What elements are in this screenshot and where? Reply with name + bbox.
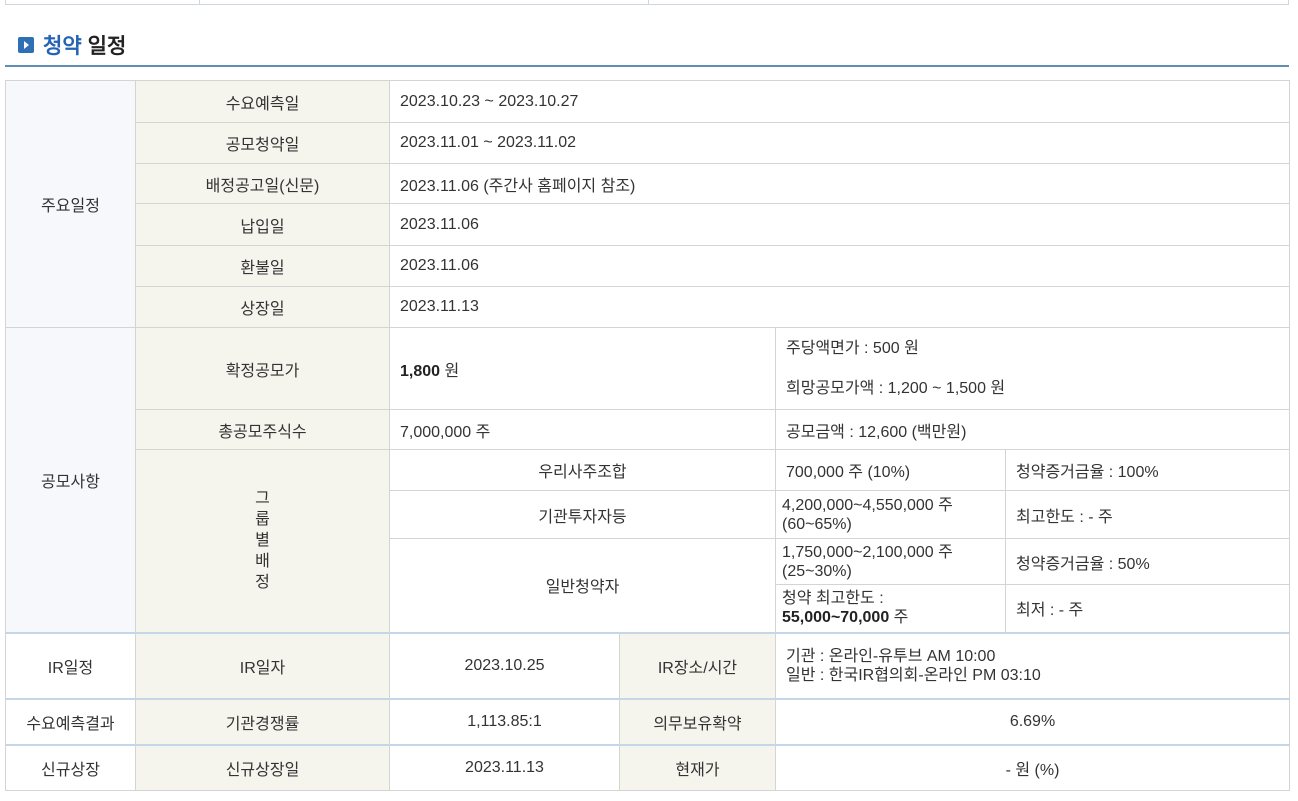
offer-amount: 공모금액 : 12,600 (백만원) <box>774 409 1291 450</box>
group-label-char: 정 <box>255 574 270 592</box>
section-title-rest: 일정 <box>87 35 127 58</box>
row-value: 2023.11.01 ~ 2023.11.02 <box>388 122 1291 164</box>
ir-place-label: IR장소/시간 <box>619 631 776 699</box>
group-label-char: 배 <box>255 553 270 571</box>
group-name: 우리사주조합 <box>389 449 776 491</box>
divider <box>199 0 200 4</box>
shares-label: 총공모주식수 <box>135 409 390 450</box>
group-allocation-label: 그 룹 별 배 정 <box>135 449 390 633</box>
group-shares: 700,000 주 (10%) <box>775 449 1006 491</box>
group-label-char: 별 <box>255 532 270 550</box>
ir-date-value: 2023.10.25 <box>389 631 620 699</box>
price-unit: 원 <box>440 362 460 380</box>
row-value: 2023.11.06 (주간사 홈페이지 참조) <box>388 163 1291 204</box>
group-shares-cell: 4,200,000~4,550,000 주 (60~65%) <box>775 490 1006 539</box>
divider <box>648 0 649 4</box>
ir-place-cell: 기관 : 온라인-유투브 AM 10:00 일반 : 한국IR협의회-온라인 P… <box>774 631 1291 699</box>
competition-value: 1,113.85:1 <box>389 697 620 745</box>
category-listing: 신규상장 <box>5 743 136 791</box>
row-label: 공모청약일 <box>135 122 390 164</box>
table-row: 환불일 2023.11.06 <box>6 245 1291 287</box>
table-row: 공모청약일 2023.11.01 ~ 2023.11.02 <box>6 122 1291 164</box>
lockup-label: 의무보유확약 <box>619 697 776 745</box>
table-row: IR일정 IR일자 2023.10.25 IR장소/시간 기관 : 온라인-유투… <box>5 631 1291 699</box>
category-offering: 공모사항 <box>5 327 136 633</box>
group-label-char: 룹 <box>255 511 270 529</box>
price-value: 1,800 <box>400 362 441 380</box>
group-name: 기관투자자등 <box>389 490 776 539</box>
subscription-schedule-table: 주요일정 수요예측일 2023.10.23 ~ 2023.10.27 공모청약일… <box>5 80 1291 791</box>
limit-label: 청약 최고한도 : <box>782 590 884 608</box>
limit-value: 55,000~70,000 <box>782 609 890 627</box>
ir-place-line2: 일반 : 한국IR협의회-온라인 PM 03:10 <box>786 666 1041 684</box>
current-price-label: 현재가 <box>619 743 776 791</box>
table-row: 그 룹 별 배 정 우리사주조합 700,000 주 (10%) 청약증거금율 … <box>6 449 1291 633</box>
row-value: 2023.11.13 <box>388 286 1291 328</box>
row-value: 2023.10.23 ~ 2023.10.27 <box>388 80 1291 123</box>
listing-date-value: 2023.11.13 <box>389 743 620 791</box>
category-schedule: 주요일정 <box>5 80 136 328</box>
table-row: 배정공고일(신문) 2023.11.06 (주간사 홈페이지 참조) <box>6 163 1291 204</box>
arrow-bullet-icon <box>18 37 34 53</box>
group-shares-pct: (60~65%) <box>782 515 852 533</box>
ir-date-label: IR일자 <box>135 631 390 699</box>
group-note: 청약증거금율 : 50% <box>1004 538 1291 585</box>
min-note: 최저 : - 주 <box>1004 584 1291 633</box>
row-label: 상장일 <box>135 286 390 328</box>
current-price-value: - 원 (%) <box>774 743 1291 791</box>
row-value: 2023.11.06 <box>388 245 1291 287</box>
table-row: 상장일 2023.11.13 <box>6 286 1291 328</box>
group-shares-pct: (25~30%) <box>782 562 852 580</box>
subscription-limit-cell: 청약 최고한도 : 55,000~70,000 주 <box>775 584 1006 633</box>
group-note: 청약증거금율 : 100% <box>1004 449 1291 491</box>
row-label: 납입일 <box>135 203 390 246</box>
table-row: 수요예측결과 기관경쟁률 1,113.85:1 의무보유확약 6.69% <box>5 697 1291 745</box>
row-label: 환불일 <box>135 245 390 287</box>
table-row: 공모사항 확정공모가 1,800 원 주당액면가 : 500 원 희망공모가액 … <box>5 327 1291 633</box>
price-label: 확정공모가 <box>135 327 390 410</box>
row-label: 배정공고일(신문) <box>135 163 390 204</box>
category-demand: 수요예측결과 <box>5 697 136 745</box>
shares-value: 7,000,000 주 <box>389 409 776 450</box>
title-underline <box>5 65 1289 67</box>
price-value-cell: 1,800 원 <box>389 327 776 410</box>
group-shares: 1,750,000~2,100,000 주 <box>782 543 953 561</box>
section-title: 청약 일정 <box>18 30 126 60</box>
group-label-char: 그 <box>255 490 270 508</box>
category-ir: IR일정 <box>5 631 136 699</box>
row-label: 수요예측일 <box>135 80 390 123</box>
par-value: 주당액면가 : 500 원 <box>786 339 919 357</box>
ir-place-line1: 기관 : 온라인-유투브 AM 10:00 <box>786 647 996 665</box>
limit-unit: 주 <box>889 609 909 627</box>
group-name: 일반청약자 <box>389 538 776 633</box>
table-row: 신규상장 신규상장일 2023.11.13 현재가 - 원 (%) <box>5 743 1291 791</box>
table-row: 총공모주식수 7,000,000 주 공모금액 : 12,600 (백만원) <box>6 409 1291 450</box>
group-note: 최고한도 : - 주 <box>1004 490 1291 539</box>
top-table-remnant <box>5 0 1289 5</box>
competition-label: 기관경쟁률 <box>135 697 390 745</box>
table-row: 납입일 2023.11.06 <box>6 203 1291 246</box>
table-row: 주요일정 수요예측일 2023.10.23 ~ 2023.10.27 <box>5 80 1291 328</box>
hope-price: 희망공모가액 : 1,200 ~ 1,500 원 <box>786 379 1006 397</box>
group-shares-cell: 1,750,000~2,100,000 주 (25~30%) <box>775 538 1006 585</box>
lockup-value: 6.69% <box>774 697 1291 745</box>
row-value: 2023.11.06 <box>388 203 1291 246</box>
section-title-accent: 청약 <box>43 35 82 58</box>
price-info-cell: 주당액면가 : 500 원 희망공모가액 : 1,200 ~ 1,500 원 <box>774 327 1291 410</box>
group-shares: 4,200,000~4,550,000 주 <box>782 496 953 514</box>
listing-date-label: 신규상장일 <box>135 743 390 791</box>
